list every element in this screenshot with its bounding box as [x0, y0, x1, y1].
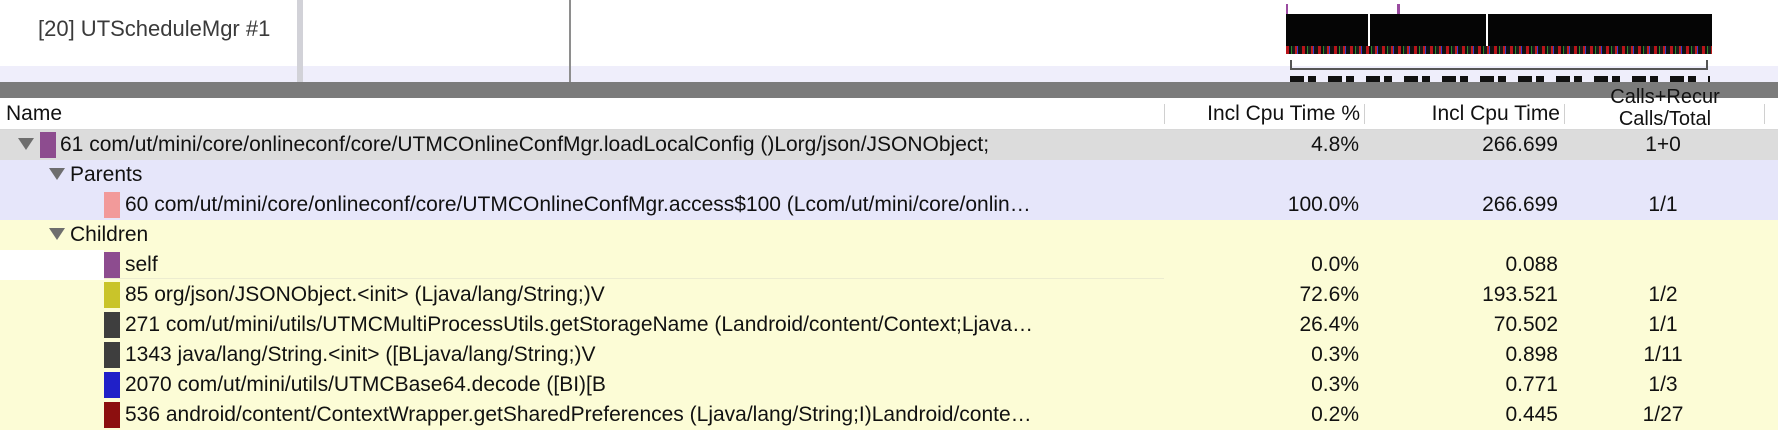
- selected-method-range-bracket: [1290, 60, 1708, 70]
- timeline-time-marker[interactable]: [569, 0, 571, 82]
- incl-cpu-pct: 0.2%: [1311, 403, 1359, 426]
- method-name: 536 android/content/ContextWrapper.getSh…: [125, 403, 1032, 426]
- child-method-row[interactable]: 2070 com/ut/mini/utils/UTMCBase64.decode…: [0, 370, 1778, 400]
- method-color-swatch: [104, 402, 120, 428]
- method-name: 2070 com/ut/mini/utils/UTMCBase64.decode…: [125, 373, 606, 396]
- method-name: 60 com/ut/mini/core/onlineconf/core/UTMC…: [125, 193, 1031, 216]
- calls-total: 1/1: [1648, 193, 1678, 216]
- activity-method-colors: [1286, 46, 1712, 54]
- group-label-parents: Parents: [70, 163, 143, 186]
- thread-label: [20] UTScheduleMgr #1: [38, 16, 271, 41]
- column-header-calls-recur: Calls+Recur: [1610, 86, 1720, 108]
- incl-cpu-pct: 100.0%: [1287, 193, 1359, 216]
- column-divider[interactable]: [1764, 104, 1765, 124]
- method-name: self: [125, 253, 158, 276]
- timeline-event-tick: [1397, 4, 1400, 14]
- child-method-row[interactable]: self 0.0% 0.088: [0, 250, 1778, 280]
- incl-cpu-pct: 0.3%: [1311, 373, 1359, 396]
- column-header-calls[interactable]: Calls+Recur Calls/Total: [1580, 86, 1750, 134]
- incl-cpu-time: 266.699: [1482, 193, 1558, 216]
- timeline-strip[interactable]: [20] UTScheduleMgr #1: [0, 0, 1778, 84]
- method-color-swatch: [104, 192, 120, 218]
- disclosure-triangle-icon[interactable]: [49, 168, 65, 180]
- method-color-swatch: [104, 312, 120, 338]
- method-name: 1343 java/lang/String.<init> ([BLjava/la…: [125, 343, 596, 366]
- incl-cpu-pct: 26.4%: [1299, 313, 1359, 336]
- method-name: 271 com/ut/mini/utils/UTMCMultiProcessUt…: [125, 313, 1034, 336]
- child-method-row[interactable]: 85 org/json/JSONObject.<init> (Ljava/lan…: [0, 280, 1778, 310]
- column-divider[interactable]: [1364, 104, 1365, 124]
- column-divider[interactable]: [1564, 104, 1565, 124]
- method-name: 85 org/json/JSONObject.<init> (Ljava/lan…: [125, 283, 605, 306]
- calls-total: 1/27: [1642, 403, 1684, 426]
- child-method-row[interactable]: 1343 java/lang/String.<init> ([BLjava/la…: [0, 340, 1778, 370]
- incl-cpu-pct: 72.6%: [1299, 283, 1359, 306]
- incl-cpu-pct: 0.0%: [1311, 253, 1359, 276]
- pane-splitter[interactable]: [0, 82, 1778, 98]
- disclosure-triangle-icon[interactable]: [18, 138, 34, 150]
- child-method-row[interactable]: 536 android/content/ContextWrapper.getSh…: [0, 400, 1778, 430]
- method-color-swatch: [104, 372, 120, 398]
- disclosure-triangle-icon[interactable]: [49, 228, 65, 240]
- calls-recur: 1+0: [1645, 133, 1681, 156]
- timeline-label-divider[interactable]: [297, 0, 303, 82]
- self-row-indent: [0, 250, 104, 280]
- column-divider[interactable]: [1164, 104, 1165, 124]
- incl-cpu-pct: 4.8%: [1311, 133, 1359, 156]
- profile-table: Name Incl Cpu Time % Incl Cpu Time Calls…: [0, 86, 1778, 432]
- column-header-calls-total: Calls/Total: [1618, 108, 1712, 130]
- method-color-swatch: [104, 282, 120, 308]
- calls-total: 1/11: [1643, 343, 1683, 366]
- incl-cpu-time: 266.699: [1482, 133, 1558, 156]
- child-method-row[interactable]: 271 com/ut/mini/utils/UTMCMultiProcessUt…: [0, 310, 1778, 340]
- thread-activity-block[interactable]: [1286, 14, 1712, 54]
- incl-cpu-time: 193.521: [1482, 283, 1558, 306]
- method-color-swatch: [104, 342, 120, 368]
- table-header: Name Incl Cpu Time % Incl Cpu Time Calls…: [0, 86, 1778, 130]
- calls-total: 1/3: [1648, 373, 1678, 396]
- incl-cpu-time: 70.502: [1493, 313, 1558, 336]
- group-label-children: Children: [70, 223, 149, 246]
- timeline-event-tick: [1286, 4, 1288, 14]
- calls-total: 1/1: [1648, 313, 1678, 336]
- calls-total: 1/2: [1648, 283, 1678, 306]
- incl-cpu-time: 0.771: [1505, 373, 1558, 396]
- method-color-swatch: [104, 252, 120, 278]
- method-color-swatch: [40, 132, 56, 158]
- incl-cpu-time: 0.088: [1505, 253, 1558, 276]
- parent-method-row[interactable]: 60 com/ut/mini/core/onlineconf/core/UTMC…: [0, 190, 1778, 220]
- selected-method-row[interactable]: 61 com/ut/mini/core/onlineconf/core/UTMC…: [0, 130, 1778, 160]
- children-group-row[interactable]: Children: [0, 220, 1778, 250]
- incl-cpu-time: 0.445: [1505, 403, 1558, 426]
- incl-cpu-time: 0.898: [1505, 343, 1558, 366]
- method-name: 61 com/ut/mini/core/onlineconf/core/UTMC…: [60, 133, 990, 156]
- incl-cpu-pct: 0.3%: [1311, 343, 1359, 366]
- parents-group-row[interactable]: Parents: [0, 160, 1778, 190]
